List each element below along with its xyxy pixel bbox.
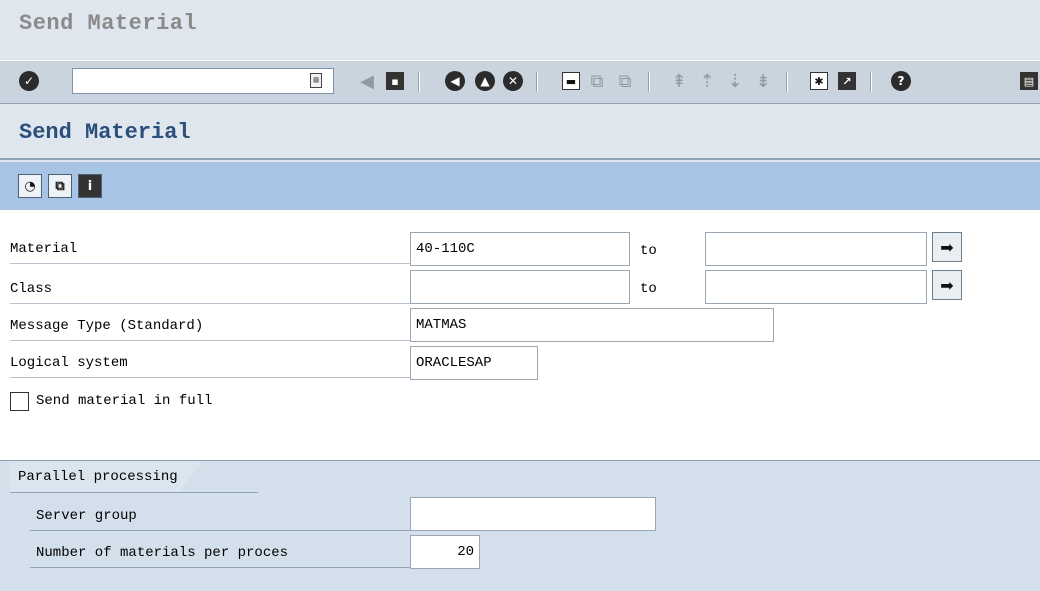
new-session-icon[interactable]: ✱ bbox=[808, 70, 830, 92]
server-group-label: Server group bbox=[30, 501, 410, 531]
command-field[interactable] bbox=[72, 68, 334, 94]
previous-page-icon[interactable]: ⇡ bbox=[696, 70, 718, 92]
screen-title-bar: Send Material bbox=[0, 110, 1040, 160]
logical-system-label: Logical system bbox=[10, 350, 410, 378]
next-page-icon[interactable]: ⇣ bbox=[724, 70, 746, 92]
materials-per-process-label: Number of materials per proces bbox=[30, 538, 410, 568]
class-label: Class bbox=[10, 276, 410, 304]
send-full-checkbox[interactable] bbox=[10, 392, 29, 411]
parallel-processing-group: Parallel processing Server group Number … bbox=[0, 460, 1040, 591]
class-from-field[interactable] bbox=[410, 270, 630, 304]
materials-per-process-field[interactable]: 20 bbox=[410, 535, 480, 569]
page-title: Send Material bbox=[19, 120, 191, 145]
toolbar-separator bbox=[786, 72, 788, 92]
material-label: Material bbox=[10, 236, 410, 264]
material-multiple-selection-icon[interactable]: ➡ bbox=[932, 232, 962, 262]
layout-menu-icon[interactable]: ▤ bbox=[1018, 70, 1040, 92]
find-next-icon[interactable]: ⧉ bbox=[614, 70, 636, 92]
class-to-field[interactable] bbox=[705, 270, 927, 304]
window-titlebar: Send Material bbox=[0, 0, 1040, 50]
logical-system-field[interactable]: ORACLESAP bbox=[410, 346, 538, 380]
message-type-field[interactable]: MATMAS bbox=[410, 308, 774, 342]
shortcut-icon[interactable]: ↗ bbox=[836, 70, 858, 92]
message-type-label: Message Type (Standard) bbox=[10, 313, 410, 341]
group-title-underline bbox=[10, 492, 258, 493]
toolbar-separator bbox=[648, 72, 650, 92]
parallel-processing-title: Parallel processing bbox=[10, 462, 202, 492]
save-icon[interactable]: ▪ bbox=[384, 70, 406, 92]
selection-screen: Material 40-110C to ➡ Class to ➡ Message… bbox=[0, 210, 1040, 460]
class-to-label: to bbox=[640, 281, 657, 297]
back-icon[interactable]: ◀ bbox=[356, 70, 378, 92]
command-field-history-icon[interactable]: ▤ bbox=[310, 73, 322, 88]
window-title: Send Material bbox=[19, 11, 198, 36]
last-page-icon[interactable]: ⇟ bbox=[752, 70, 774, 92]
find-icon[interactable]: ⧉ bbox=[586, 70, 608, 92]
server-group-field[interactable] bbox=[410, 497, 656, 531]
application-toolbar: ◔ ⧉ i bbox=[0, 162, 1040, 210]
class-multiple-selection-icon[interactable]: ➡ bbox=[932, 270, 962, 300]
toolbar-separator bbox=[418, 72, 420, 92]
print-icon[interactable]: ▬ bbox=[560, 70, 582, 92]
execute-icon[interactable]: ◔ bbox=[18, 174, 42, 198]
material-to-field[interactable] bbox=[705, 232, 927, 266]
enter-icon[interactable]: ✓ bbox=[18, 70, 40, 92]
exit-icon[interactable]: ▲ bbox=[474, 70, 496, 92]
send-full-label: Send material in full bbox=[36, 393, 213, 409]
toolbar-separator bbox=[870, 72, 872, 92]
get-variant-icon[interactable]: ⧉ bbox=[48, 174, 72, 198]
material-from-field[interactable]: 40-110C bbox=[410, 232, 630, 266]
first-page-icon[interactable]: ⇞ bbox=[668, 70, 690, 92]
help-icon[interactable]: ? bbox=[890, 70, 912, 92]
back-nav-icon[interactable]: ◀ bbox=[444, 70, 466, 92]
material-to-label: to bbox=[640, 243, 657, 259]
information-icon[interactable]: i bbox=[78, 174, 102, 198]
cancel-icon[interactable]: ✕ bbox=[502, 70, 524, 92]
toolbar-separator bbox=[536, 72, 538, 92]
